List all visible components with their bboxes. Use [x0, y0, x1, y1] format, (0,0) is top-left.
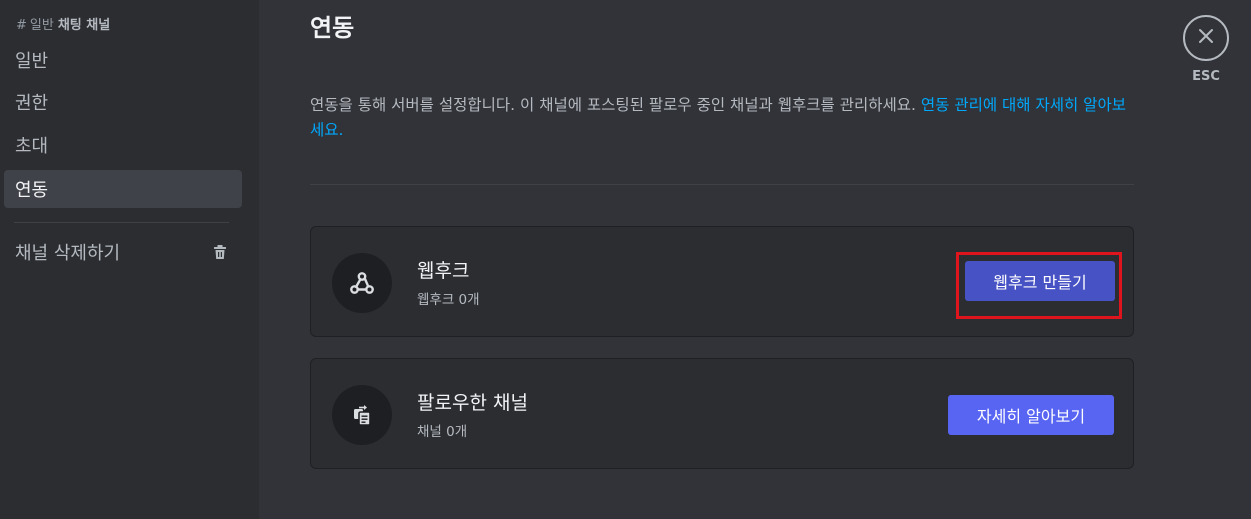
esc-label: ESC — [1192, 69, 1220, 84]
integrations-description: 연동을 통해 서버를 설정합니다. 이 채널에 포스팅된 팔로우 중인 채널과 … — [310, 93, 1140, 143]
followed-channels-count: 채널 0개 — [417, 424, 468, 440]
channel-name: 채팅 채널 — [57, 18, 111, 33]
integrations-panel: 연동 연동을 통해 서버를 설정합니다. 이 채널에 포스팅된 팔로우 중인 채… — [259, 0, 1251, 519]
trash-icon — [212, 244, 228, 260]
close-button[interactable] — [1183, 15, 1229, 61]
sidebar-item-general[interactable]: 일반 — [4, 41, 242, 79]
webhooks-card: 웹후크 웹후크 0개 웹후크 만들기 — [310, 226, 1134, 337]
page-title: 연동 — [310, 14, 355, 42]
webhook-icon — [332, 253, 392, 313]
sidebar-header: # 일반 채팅 채널 — [16, 14, 110, 33]
sidebar-divider — [14, 222, 229, 223]
section-divider — [310, 184, 1134, 185]
channel-category: 일반 — [29, 18, 54, 33]
close-icon — [1197, 27, 1215, 49]
sidebar-item-invites[interactable]: 초대 — [4, 126, 242, 164]
channel-hash-icon: # — [16, 18, 27, 33]
delete-channel-label: 채널 삭제하기 — [15, 243, 121, 264]
create-webhook-button[interactable]: 웹후크 만들기 — [965, 261, 1115, 301]
followed-channels-card: 팔로우한 채널 채널 0개 자세히 알아보기 — [310, 358, 1134, 469]
sidebar-item-permissions[interactable]: 권한 — [4, 83, 242, 121]
followed-channels-title: 팔로우한 채널 — [417, 392, 528, 414]
delete-channel-button[interactable]: 채널 삭제하기 — [4, 233, 242, 271]
settings-window: # 일반 채팅 채널 일반 권한 초대 연동 채널 삭제하기 연동 연동을 통해 서… — [0, 0, 1251, 519]
webhooks-title: 웹후크 — [417, 260, 470, 282]
settings-sidebar: # 일반 채팅 채널 일반 권한 초대 연동 채널 삭제하기 — [0, 0, 259, 519]
webhooks-count: 웹후크 0개 — [417, 292, 480, 308]
learn-more-button[interactable]: 자세히 알아보기 — [948, 395, 1114, 435]
description-text: 연동을 통해 서버를 설정합니다. 이 채널에 포스팅된 팔로우 중인 채널과 … — [310, 96, 916, 114]
close-control: ESC — [1183, 15, 1231, 84]
followed-channel-icon — [332, 385, 392, 445]
sidebar-item-integrations[interactable]: 연동 — [4, 170, 242, 208]
